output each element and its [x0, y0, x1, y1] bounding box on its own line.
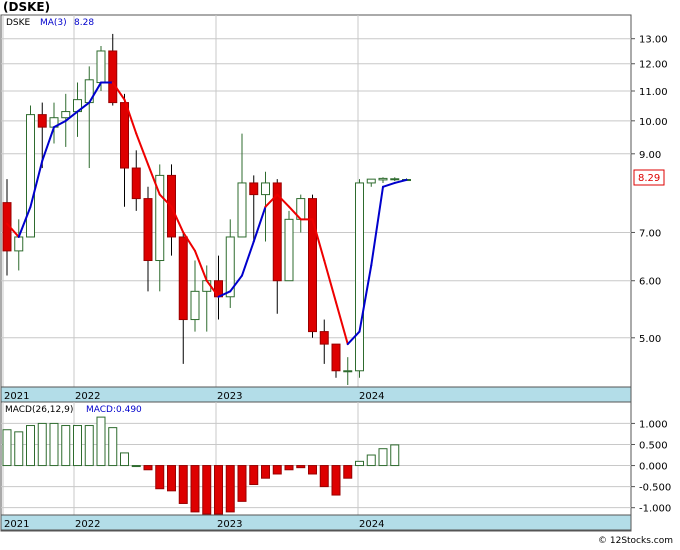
macd-bar	[2, 429, 12, 467]
macd-bar	[190, 465, 200, 513]
macd-bar	[96, 416, 106, 467]
candle-body	[178, 236, 188, 321]
macd-y-axis: 1.000 0.500 0.000 -0.500 -1.000	[631, 419, 671, 515]
macd-bar	[296, 465, 306, 469]
candle-body	[249, 182, 259, 196]
macd-x-tick-label: 2023	[217, 519, 242, 530]
last-price-tag: 8.29	[638, 173, 660, 184]
macd-bar	[249, 465, 259, 486]
price-x-tick-label: 2021	[4, 391, 29, 402]
candle-body	[331, 343, 341, 372]
macd-tick-label: -1.000	[639, 504, 671, 515]
macd-bar	[202, 465, 212, 515]
candle-body	[108, 50, 118, 104]
macd-bar	[214, 465, 223, 515]
legend-ma-label: MA(3)	[40, 18, 67, 28]
macd-bar	[237, 465, 247, 502]
price-tick-label: 10.00	[639, 117, 668, 128]
macd-legend-value: MACD:0.490	[86, 405, 142, 415]
price-x-tick-label: 2022	[75, 391, 100, 402]
macd-bar	[73, 425, 82, 467]
candle-body	[390, 178, 400, 181]
watermark: © 12Stocks.com	[598, 536, 673, 546]
macd-tick-label: 0.000	[639, 462, 668, 473]
macd-bar	[26, 425, 35, 467]
macd-bar	[319, 465, 329, 488]
candle-body	[319, 331, 329, 345]
price-y-axis: 13.00 12.00 11.00 10.00 9.00 7.00 6.00 5.00	[631, 35, 668, 345]
macd-bar	[284, 465, 294, 471]
candle-body	[355, 182, 364, 372]
price-x-tick-label: 2023	[217, 391, 242, 402]
price-tick-label: 13.00	[639, 35, 668, 46]
macd-bar	[225, 465, 235, 513]
candle-body	[284, 218, 294, 282]
macd-tick-label: -0.500	[639, 483, 671, 494]
price-tick-label: 11.00	[639, 87, 668, 98]
candle-body	[237, 182, 247, 238]
legend-symbol: DSKE	[6, 18, 31, 28]
candle-body	[366, 178, 376, 184]
macd-bar	[143, 465, 153, 471]
candle-body	[61, 111, 71, 119]
candle-body	[343, 370, 353, 373]
price-tick-label: 9.00	[639, 150, 661, 161]
chart-canvas: (DSKE) 13.00 12.00 11.00 10.00 9.00 7.00 6.00 5…	[0, 0, 673, 546]
candle-body	[261, 182, 270, 196]
macd-legend-label: MACD(26,12,9)	[5, 405, 73, 415]
macd-bar	[155, 465, 165, 490]
macd-bar	[378, 448, 388, 467]
macd-bar	[261, 465, 270, 479]
macd-bar	[167, 465, 176, 492]
macd-bar	[272, 465, 282, 475]
macd-bar	[355, 460, 364, 467]
macd-x-tick-label: 2021	[4, 519, 29, 530]
candle-body	[131, 167, 141, 200]
macd-x-tick-label: 2024	[359, 519, 384, 530]
candle-body	[14, 236, 24, 252]
candle-body	[120, 102, 129, 169]
macd-bar	[308, 465, 317, 475]
macd-bar	[14, 431, 24, 467]
macd-bar	[178, 465, 188, 504]
candle-body	[26, 114, 35, 238]
macd-bar	[37, 422, 47, 467]
price-tick-label: 12.00	[639, 60, 668, 71]
candle-body	[378, 177, 388, 181]
macd-bar	[108, 427, 118, 467]
macd-bar	[61, 425, 71, 467]
legend-ma-value: 8.28	[74, 18, 94, 28]
stock-chart: (DSKE) 13.00 12.00 11.00 10.00 9.00 7.00 6.00 5…	[0, 0, 680, 546]
macd-bar	[390, 444, 400, 467]
macd-tick-label: 0.500	[639, 440, 668, 451]
macd-tick-label: 1.000	[639, 419, 668, 430]
candle-body	[37, 114, 47, 128]
candle-body	[143, 198, 153, 262]
macd-bar	[131, 465, 141, 468]
price-tick-label: 6.00	[639, 277, 661, 288]
macd-bar	[343, 465, 353, 479]
macd-bar	[366, 454, 376, 467]
price-x-tick-label: 2024	[359, 391, 384, 402]
macd-bar	[49, 422, 59, 467]
price-tick-label: 5.00	[639, 334, 661, 345]
candle-body	[96, 50, 106, 84]
price-tick-label: 7.00	[639, 228, 661, 239]
macd-bar	[120, 452, 129, 467]
macd-bar	[84, 425, 94, 467]
macd-bar	[331, 465, 341, 496]
chart-title: (DSKE)	[3, 0, 50, 14]
candle-body	[190, 290, 200, 321]
macd-x-tick-label: 2022	[75, 519, 100, 530]
